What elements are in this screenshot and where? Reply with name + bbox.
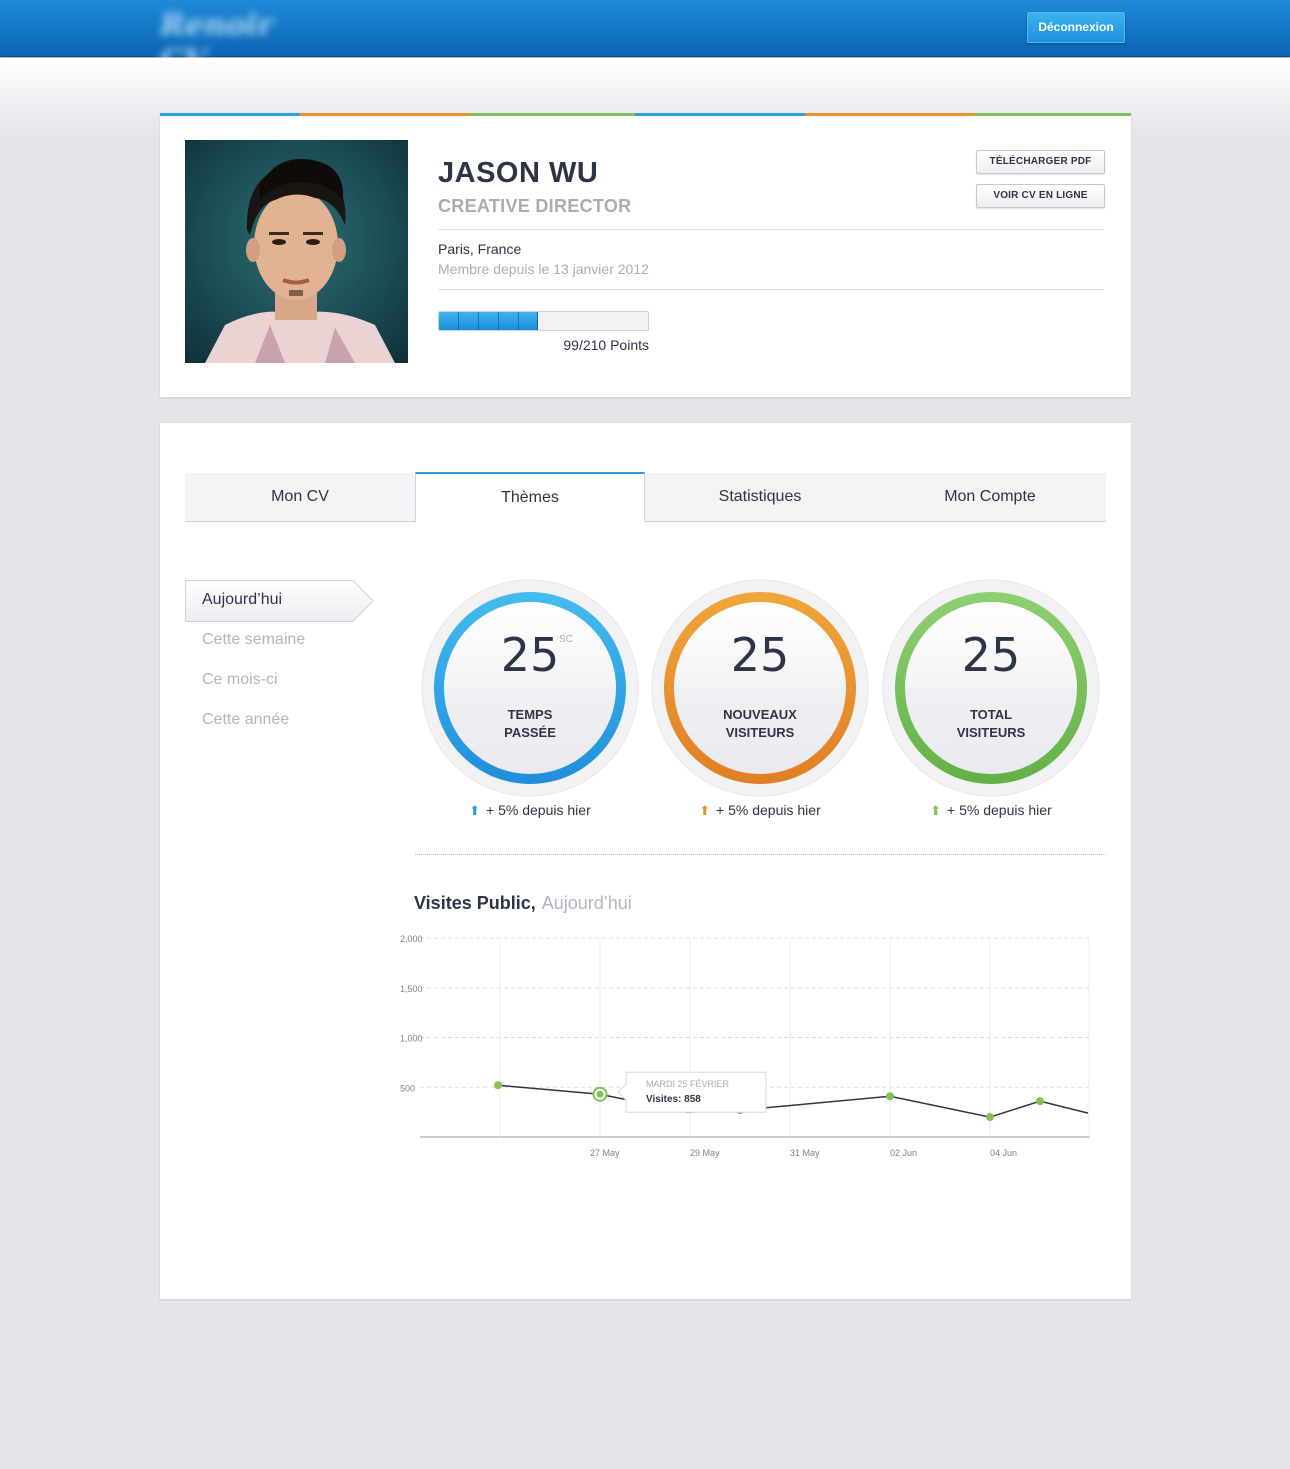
main-card: Mon CV Thèmes Statistiques Mon Compte Au… bbox=[160, 423, 1131, 1299]
tab-statistiques[interactable]: Statistiques bbox=[645, 473, 875, 522]
stat-value: 25 bbox=[730, 628, 790, 682]
section-divider bbox=[415, 854, 1106, 855]
points-label: 99/210 Points bbox=[563, 337, 649, 353]
stat-new-visitors: 25 NOUVEAUX VISITEURS ⬆ + 5% depuis hier bbox=[650, 578, 870, 838]
arrow-up-icon: ⬆ bbox=[930, 803, 942, 818]
stat-delta: ⬆ + 5% depuis hier bbox=[881, 802, 1101, 819]
tab-bar: Mon CV Thèmes Statistiques Mon Compte bbox=[185, 472, 1106, 522]
stat-label-line2: VISITEURS bbox=[956, 725, 1026, 740]
accent-line-blue bbox=[160, 113, 300, 116]
member-since: Membre depuis le 13 janvier 2012 bbox=[438, 261, 649, 277]
stat-ring bbox=[882, 579, 1100, 797]
stat-label-line1: TOTAL bbox=[969, 707, 1013, 722]
app-logo[interactable]: Renoir CV bbox=[160, 8, 300, 78]
tab-themes[interactable]: Thèmes bbox=[415, 472, 645, 522]
stat-ring bbox=[421, 579, 639, 797]
stat-delta-text: + 5% depuis hier bbox=[947, 802, 1052, 818]
stat-label: TEMPS PASSÉE bbox=[420, 706, 640, 742]
visits-chart: 2,000 1,500 1,000 500 27 May 29 May 31 May 02 J… bbox=[400, 934, 1090, 1158]
accent-line-green-2 bbox=[975, 113, 1131, 116]
stat-label: NOUVEAUX VISITEURS bbox=[650, 706, 870, 742]
data-point bbox=[986, 1113, 994, 1122]
period-month[interactable]: Ce mois-ci bbox=[202, 671, 278, 689]
top-bar: Renoir CV Déconnexion bbox=[0, 0, 1290, 78]
accent-line-orange bbox=[300, 113, 470, 116]
data-point bbox=[596, 1090, 604, 1098]
stat-delta-text: + 5% depuis hier bbox=[486, 802, 591, 818]
accent-line-orange-2 bbox=[805, 113, 975, 116]
chart-title: Visites Public, Aujourd’hui bbox=[414, 893, 632, 914]
points-progress-bar bbox=[438, 311, 649, 331]
view-online-button[interactable]: VOIR CV EN LIGNE bbox=[976, 184, 1105, 208]
period-today-label: Aujourd’hui bbox=[202, 591, 283, 608]
y-tick-label: 2,000 bbox=[400, 934, 423, 944]
stat-label-line1: TEMPS bbox=[507, 707, 553, 722]
stat-label-line1: NOUVEAUX bbox=[723, 707, 797, 722]
period-year[interactable]: Cette année bbox=[202, 711, 289, 729]
divider bbox=[438, 289, 1104, 290]
y-tick-label: 500 bbox=[400, 1083, 415, 1093]
tab-mon-compte[interactable]: Mon Compte bbox=[875, 473, 1105, 522]
divider bbox=[438, 229, 1104, 230]
arrow-up-icon: ⬆ bbox=[469, 803, 481, 818]
tooltip-date: MARDI 25 FÉVRIER bbox=[646, 1079, 730, 1089]
y-tick-label: 1,000 bbox=[400, 1034, 423, 1044]
tooltip-box bbox=[617, 1071, 767, 1113]
profile-name: JASON WU bbox=[438, 157, 599, 189]
logout-button[interactable]: Déconnexion bbox=[1027, 12, 1125, 43]
stat-value: 25 bbox=[961, 628, 1021, 682]
profile-location: Paris, France bbox=[438, 241, 522, 257]
x-tick-label: 31 May bbox=[790, 1148, 820, 1158]
arrow-up-icon: ⬆ bbox=[699, 803, 711, 818]
x-tick-label: 27 May bbox=[590, 1148, 620, 1158]
series-line bbox=[497, 1084, 1089, 1118]
avatar bbox=[185, 140, 408, 363]
stat-label: TOTAL VISITEURS bbox=[881, 706, 1101, 742]
stat-delta-text: + 5% depuis hier bbox=[716, 802, 821, 818]
stat-total-visitors: 25 TOTAL VISITEURS ⬆ + 5% depuis hier bbox=[881, 578, 1101, 838]
accent-line-blue-2 bbox=[635, 113, 805, 116]
stat-value: 25 bbox=[500, 628, 560, 682]
stat-delta: ⬆ + 5% depuis hier bbox=[420, 802, 640, 819]
stat-ring bbox=[651, 579, 869, 797]
chart-tooltip: MARDI 25 FÉVRIER Visites: 858 bbox=[617, 1071, 767, 1113]
period-today[interactable]: Aujourd’hui bbox=[185, 579, 375, 622]
stat-time-spent: 25 SC TEMPS PASSÉE ⬆ + 5% depuis hier bbox=[420, 578, 640, 838]
stat-delta: ⬆ + 5% depuis hier bbox=[650, 802, 870, 819]
x-tick-label: 29 May bbox=[690, 1148, 720, 1158]
stat-unit: SC bbox=[559, 634, 573, 645]
chart-title-main: Visites Public, bbox=[414, 893, 536, 913]
stat-label-line2: VISITEURS bbox=[725, 725, 795, 740]
x-tick-label: 04 Jun bbox=[990, 1148, 1017, 1158]
tab-mon-cv[interactable]: Mon CV bbox=[185, 473, 415, 522]
profile-card: JASON WU CREATIVE DIRECTOR Paris, France… bbox=[160, 113, 1131, 397]
stat-label-line2: PASSÉE bbox=[504, 725, 556, 740]
x-tick-label: 02 Jun bbox=[890, 1148, 917, 1158]
data-point bbox=[494, 1081, 502, 1090]
chart-title-period: Aujourd’hui bbox=[541, 893, 632, 913]
profile-title: CREATIVE DIRECTOR bbox=[438, 196, 632, 216]
data-point bbox=[1036, 1097, 1044, 1106]
points-progress-fill bbox=[439, 312, 538, 330]
tooltip-value: Visites: 858 bbox=[646, 1094, 701, 1105]
download-pdf-button[interactable]: TÉLÉCHARGER PDF bbox=[976, 150, 1105, 174]
data-point bbox=[886, 1092, 894, 1101]
y-tick-label: 1,500 bbox=[400, 984, 423, 994]
period-week[interactable]: Cette semaine bbox=[202, 631, 305, 649]
accent-line-green bbox=[470, 113, 635, 116]
